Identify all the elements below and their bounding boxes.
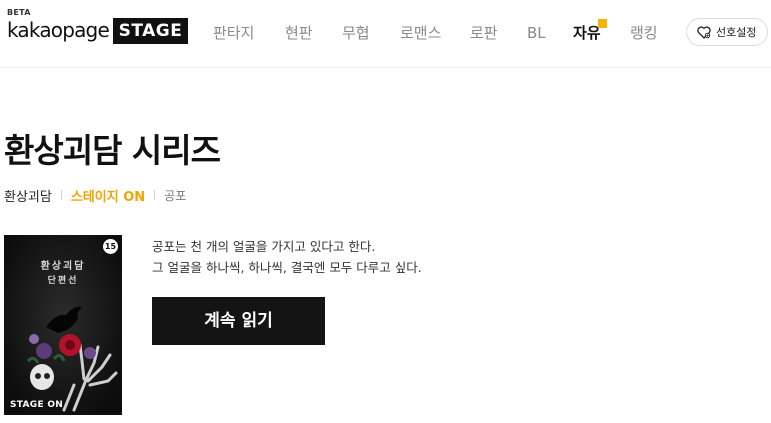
- cover-brand-label: STAGE ON: [10, 400, 64, 410]
- author-name[interactable]: 환상괴담: [4, 186, 52, 205]
- nav-item-romance[interactable]: 로맨스: [400, 21, 441, 45]
- nav-item-ranking[interactable]: 랭킹: [630, 21, 658, 45]
- cover-title: 환상괴담: [40, 261, 86, 272]
- nav-item-free-label: 자유: [573, 24, 601, 42]
- preference-button[interactable]: 선호설정: [686, 18, 768, 46]
- age-rating-badge: 15: [103, 239, 118, 254]
- continue-reading-button[interactable]: 계속 읽기: [152, 297, 325, 345]
- preference-label: 선호설정: [716, 26, 757, 39]
- work-meta: 환상괴담 스테이지 ON 공포: [4, 186, 186, 205]
- nav-item-romance-fantasy[interactable]: 로판: [470, 21, 498, 45]
- heart-icon: [697, 25, 711, 39]
- active-indicator-dot: [598, 19, 607, 28]
- nav-item-fantasy[interactable]: 판타지: [213, 21, 254, 45]
- cover-subtitle: 단편선: [47, 276, 79, 286]
- genre-label[interactable]: 공포: [164, 187, 186, 204]
- logo-stage-badge: STAGE: [113, 18, 188, 44]
- work-title: 환상괴담 시리즈: [4, 131, 221, 170]
- meta-divider: [60, 190, 62, 200]
- site-header: BETA kakaopage STAGE 판타지 현판 무협 로맨스 로판 BL…: [0, 0, 771, 68]
- logo-wordmark: kakaopage: [7, 18, 110, 42]
- nav-item-bl[interactable]: BL: [527, 21, 546, 45]
- meta-divider: [154, 190, 156, 200]
- nav-item-free[interactable]: 자유: [573, 19, 607, 45]
- description-line: 그 얼굴을 하나씩, 하나씩, 결국엔 모두 다루고 싶다.: [152, 260, 422, 275]
- work-description: 공포는 천 개의 얼굴을 가지고 있다고 한다. 그 얼굴을 하나씩, 하나씩,…: [152, 236, 422, 278]
- platform-label[interactable]: 스테이지 ON: [71, 186, 145, 205]
- nav-item-modern-fantasy[interactable]: 현판: [285, 21, 313, 45]
- logo-beta-label: BETA: [7, 8, 31, 17]
- cover-image[interactable]: 15 환상괴담 단편선 STAGE ON: [4, 235, 122, 415]
- description-line: 공포는 천 개의 얼굴을 가지고 있다고 한다.: [152, 239, 376, 254]
- nav-item-martial-arts[interactable]: 무협: [342, 21, 370, 45]
